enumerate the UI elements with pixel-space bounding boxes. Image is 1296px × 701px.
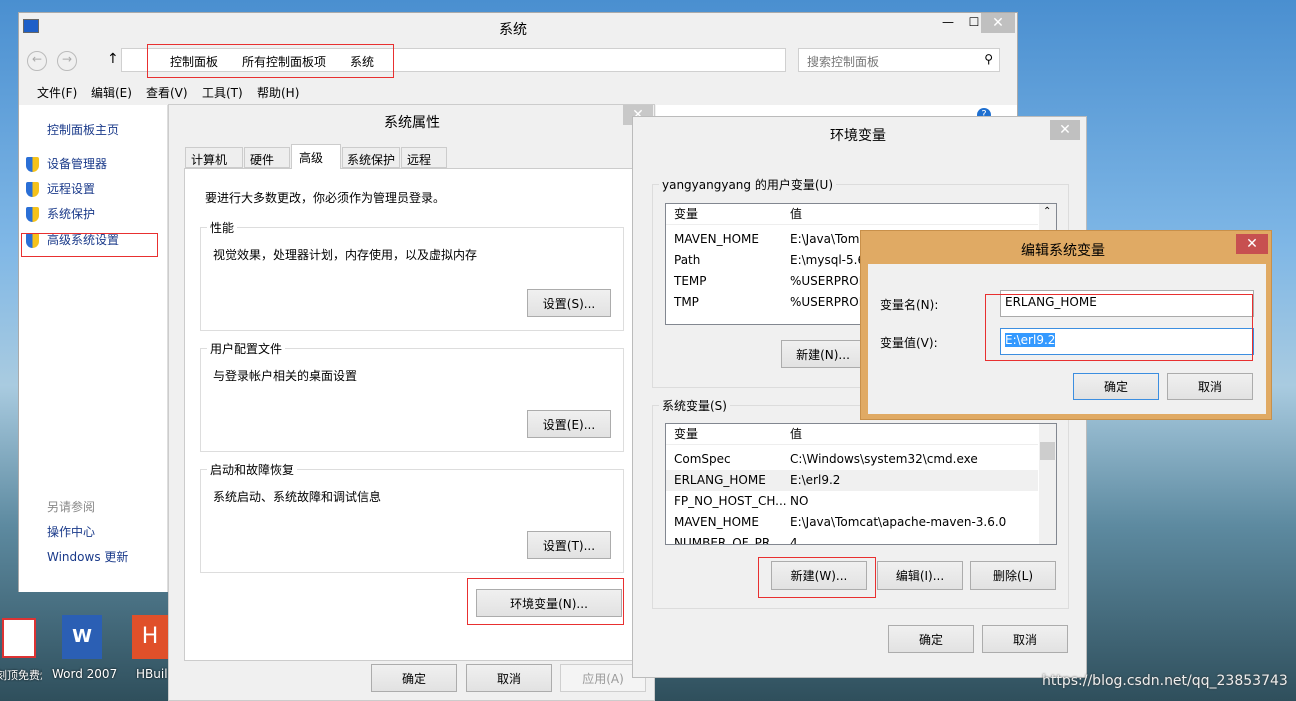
performance-group: 性能 视觉效果，处理器计划，内存使用，以及虚拟内存 设置(S)... bbox=[200, 219, 624, 331]
menu-view[interactable]: 查看(V) bbox=[146, 84, 188, 101]
watermark: https://blog.csdn.net/qq_23853743 bbox=[1042, 673, 1288, 689]
table-row-selected[interactable]: ERLANG_HOME E:\erl9.2 bbox=[666, 470, 1038, 491]
sidebar-home[interactable]: 控制面板主页 bbox=[47, 121, 119, 138]
address-bar[interactable]: 控制面板 所有控制面板项 系统 bbox=[121, 48, 786, 72]
ok-button[interactable]: 确定 bbox=[888, 625, 974, 653]
scrollbar[interactable] bbox=[1039, 424, 1056, 544]
menu-bar: 文件(F) 编辑(E) 查看(V) 工具(T) 帮助(H) bbox=[19, 81, 1017, 103]
breadcrumb-0[interactable]: 控制面板 bbox=[170, 53, 218, 70]
edit-variable-dialog: 编辑系统变量 ✕ 变量名(N): ERLANG_HOME 变量值(V): E:\… bbox=[860, 230, 1272, 420]
system-delete-button[interactable]: 删除(L) bbox=[970, 561, 1056, 590]
close-button[interactable]: ✕ bbox=[1236, 234, 1268, 254]
desktop-icon-word[interactable]: W Word 2007 bbox=[50, 615, 122, 695]
system-variables-list[interactable]: 变量 值 ComSpec C:\Windows\system32\cmd.exe E… bbox=[665, 423, 1057, 545]
table-row[interactable]: ComSpec C:\Windows\system32\cmd.exe bbox=[666, 449, 1038, 470]
sidebar-item-advanced[interactable]: 高级系统设置 bbox=[26, 231, 119, 248]
system-variables-group: 系统变量(S) 变量值 ComSpec C:\Windows\system32\c… bbox=[652, 397, 1069, 609]
cancel-button[interactable]: 取消 bbox=[982, 625, 1068, 653]
tab-computer-name[interactable]: 计算机名 bbox=[185, 147, 243, 184]
hbuilder-icon: H bbox=[132, 615, 168, 659]
admin-notice: 要进行大多数更改，你必须作为管理员登录。 bbox=[205, 191, 446, 205]
tab-system-protection[interactable]: 系统保护 bbox=[342, 147, 400, 168]
column-header-value[interactable]: 值 bbox=[790, 424, 802, 445]
cards-icon bbox=[2, 618, 36, 658]
system-new-button[interactable]: 新建(W)... bbox=[771, 561, 867, 590]
close-button[interactable]: ✕ bbox=[1050, 120, 1080, 140]
ok-button[interactable]: 确定 bbox=[1073, 373, 1159, 400]
dialog-title: 编辑系统变量 bbox=[1021, 243, 1105, 259]
menu-file[interactable]: 文件(F) bbox=[37, 84, 77, 101]
sidebar: 控制面板主页 设备管理器 远程设置 系统保护 高级系统设置 另请参阅 操作中心 … bbox=[19, 105, 168, 592]
chevron-up-icon[interactable]: ⌃ bbox=[1043, 206, 1051, 217]
sidebar-link-action-center[interactable]: 操作中心 bbox=[47, 523, 95, 540]
breadcrumb-1[interactable]: 所有控制面板项 bbox=[242, 53, 326, 70]
column-header-value[interactable]: 值 bbox=[790, 204, 802, 225]
menu-edit[interactable]: 编辑(E) bbox=[91, 84, 132, 101]
back-button[interactable]: ← bbox=[27, 51, 47, 71]
table-row[interactable]: FP_NO_HOST_CH... NO bbox=[666, 491, 1038, 512]
breadcrumb-2[interactable]: 系统 bbox=[350, 53, 374, 70]
cancel-button[interactable]: 取消 bbox=[466, 664, 552, 692]
tab-advanced[interactable]: 高级 bbox=[291, 144, 341, 169]
shield-icon bbox=[26, 157, 39, 172]
desktop-icon-hbuilder[interactable]: H HBuil bbox=[132, 615, 168, 695]
variable-name-label: 变量名(N): bbox=[880, 298, 939, 312]
forward-button[interactable]: → bbox=[57, 51, 77, 71]
system-edit-button[interactable]: 编辑(I)... bbox=[877, 561, 963, 590]
user-profile-group: 用户配置文件 与登录帐户相关的桌面设置 设置(E)... bbox=[200, 340, 624, 452]
shield-icon bbox=[26, 182, 39, 197]
minimize-button[interactable]: — bbox=[935, 15, 961, 33]
table-row[interactable]: NUMBER_OF_PR... 4 bbox=[666, 533, 1038, 544]
search-input[interactable]: 搜索控制面板 ⚲ bbox=[798, 48, 1000, 72]
see-also-label: 另请参阅 bbox=[47, 500, 96, 514]
sidebar-item-device-manager[interactable]: 设备管理器 bbox=[26, 155, 107, 172]
up-button[interactable]: ↑ bbox=[107, 51, 119, 67]
system-properties-dialog: 系统属性 ✕ 计算机名 硬件 高级 系统保护 远程 要进行大多数更改，你必须作为… bbox=[168, 104, 655, 701]
variable-name-input[interactable]: ERLANG_HOME bbox=[1000, 290, 1254, 317]
window-icon bbox=[23, 19, 39, 33]
variable-value-label: 变量值(V): bbox=[880, 336, 938, 350]
variable-value-input[interactable]: E:\erl9.2 bbox=[1000, 328, 1254, 355]
table-row[interactable]: MAVEN_HOMEE:\Java\Tomcat\apache-maven-3.… bbox=[666, 512, 1038, 533]
tab-panel: 要进行大多数更改，你必须作为管理员登录。 性能 视觉效果，处理器计划，内存使用，… bbox=[184, 168, 644, 661]
menu-tools[interactable]: 工具(T) bbox=[202, 84, 243, 101]
tab-hardware[interactable]: 硬件 bbox=[244, 147, 290, 168]
startup-recovery-group: 启动和故障恢复 系统启动、系统故障和调试信息 设置(T)... bbox=[200, 461, 624, 573]
scrollbar-thumb[interactable] bbox=[1040, 442, 1055, 460]
desktop-icon-stock[interactable]: 刻顶免费炒股... bbox=[0, 615, 42, 695]
environment-variables-button[interactable]: 环境变量(N)... bbox=[476, 589, 622, 617]
column-header-variable[interactable]: 变量 bbox=[674, 204, 698, 225]
cancel-button[interactable]: 取消 bbox=[1167, 373, 1253, 400]
column-header-variable[interactable]: 变量 bbox=[674, 424, 698, 445]
startup-settings-button[interactable]: 设置(T)... bbox=[527, 531, 611, 559]
profile-settings-button[interactable]: 设置(E)... bbox=[527, 410, 611, 438]
dialog-title: 系统属性 bbox=[384, 115, 440, 131]
user-new-button[interactable]: 新建(N)... bbox=[781, 340, 865, 368]
performance-settings-button[interactable]: 设置(S)... bbox=[527, 289, 611, 317]
shield-icon bbox=[26, 233, 39, 248]
search-icon: ⚲ bbox=[984, 52, 993, 66]
ok-button[interactable]: 确定 bbox=[371, 664, 457, 692]
close-button[interactable]: ✕ bbox=[981, 13, 1015, 33]
tab-remote[interactable]: 远程 bbox=[401, 147, 447, 168]
sidebar-item-protection[interactable]: 系统保护 bbox=[26, 205, 95, 222]
sidebar-link-windows-update[interactable]: Windows 更新 bbox=[47, 548, 128, 565]
window-title: 系统 bbox=[499, 22, 527, 38]
sidebar-item-remote[interactable]: 远程设置 bbox=[26, 180, 95, 197]
shield-icon bbox=[26, 207, 39, 222]
dialog-title: 环境变量 bbox=[830, 128, 886, 144]
menu-help[interactable]: 帮助(H) bbox=[257, 84, 299, 101]
dialog-body: 变量名(N): ERLANG_HOME 变量值(V): E:\erl9.2 确定… bbox=[868, 264, 1266, 414]
word-icon: W bbox=[62, 615, 102, 659]
